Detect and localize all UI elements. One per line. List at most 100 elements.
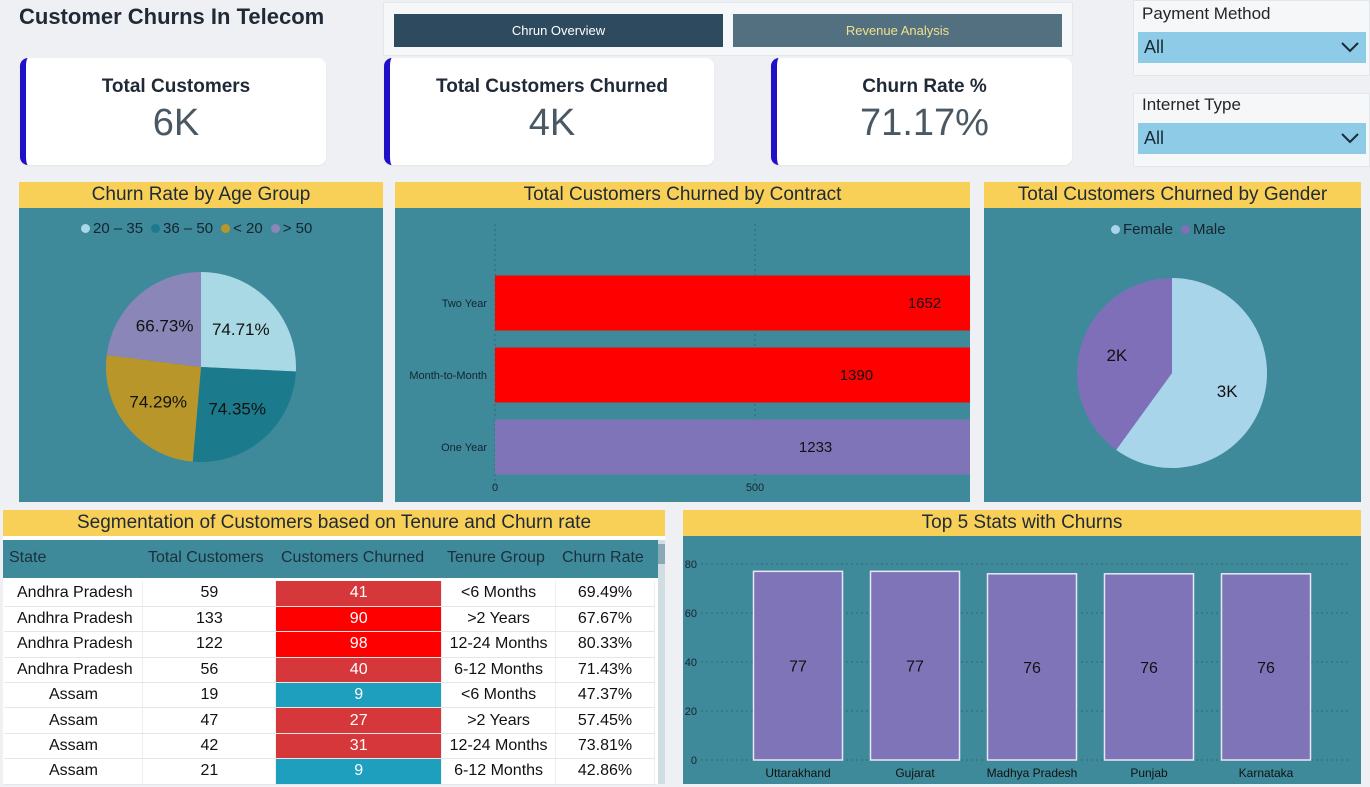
cell-state: Andhra Pradesh <box>4 631 144 658</box>
table-row[interactable]: Assam 47 27 >2 Years 57.45% <box>4 707 655 734</box>
cell-churned: 40 <box>275 657 443 684</box>
table-scrollbar[interactable] <box>658 540 665 784</box>
column-header-state[interactable]: State <box>9 540 46 576</box>
bar <box>495 275 970 331</box>
cell-rate: 67.67% <box>555 606 655 633</box>
cell-tenure: <6 Months <box>441 682 557 709</box>
page-navigation: Chrun Overview Revenue Analysis <box>383 2 1073 56</box>
payment-method-dropdown[interactable]: All <box>1138 32 1366 63</box>
cell-churned: 9 <box>275 758 443 785</box>
kpi-value: 6K <box>152 102 200 144</box>
cell-state: Assam <box>4 682 144 709</box>
cell-tenure: 12-24 Months <box>441 733 557 760</box>
cell-tenure: >2 Years <box>441 606 557 633</box>
table-row[interactable]: Assam 42 31 12-24 Months 73.81% <box>4 733 655 760</box>
kpi-total-customers: Total Customers 6K <box>20 58 326 165</box>
cell-rate: 71.43% <box>555 657 655 684</box>
cell-total: 133 <box>142 606 277 633</box>
data-label: 1652 <box>908 295 941 312</box>
data-label: 76 <box>1140 660 1158 677</box>
cell-churned: 98 <box>275 631 443 658</box>
data-label: 1233 <box>799 439 832 456</box>
kpi-label: Churn Rate % <box>862 76 987 97</box>
cell-rate: 80.33% <box>555 631 655 658</box>
table-row[interactable]: Andhra Pradesh 133 90 >2 Years 67.67% <box>4 606 655 633</box>
column-header-churned[interactable]: Customers Churned <box>281 540 424 576</box>
chart-title: Total Customers Churned by Contract <box>395 182 970 208</box>
cell-state: Assam <box>4 733 144 760</box>
table-title: Segmentation of Customers based on Tenur… <box>3 510 665 536</box>
cell-state: Assam <box>4 707 144 734</box>
cell-tenure: <6 Months <box>441 581 557 607</box>
table-header: State Total Customers Customers Churned … <box>3 540 658 578</box>
x-tick-label: Gujarat <box>895 766 935 780</box>
kpi-value: 71.17% <box>860 102 989 144</box>
cell-state: Andhra Pradesh <box>4 657 144 684</box>
y-tick-label: One Year <box>441 442 487 454</box>
cell-tenure: 12-24 Months <box>441 631 557 658</box>
table-row[interactable]: Assam 19 9 <6 Months 47.37% <box>4 682 655 709</box>
data-label: 66.73% <box>136 317 194 336</box>
cell-rate: 69.49% <box>555 581 655 607</box>
churn-overview-button[interactable]: Chrun Overview <box>394 14 723 47</box>
cell-total: 122 <box>142 631 277 658</box>
cell-total: 56 <box>142 657 277 684</box>
chart-title: Top 5 Stats with Churns <box>683 510 1361 536</box>
data-label: 74.71% <box>212 320 270 339</box>
kpi-value: 4K <box>528 102 576 144</box>
x-tick-label: 0 <box>492 482 498 494</box>
chevron-down-icon <box>1341 42 1359 53</box>
payment-method-slicer: Payment Method All <box>1133 0 1370 76</box>
kpi-total-churned: Total Customers Churned 4K <box>384 58 714 165</box>
y-tick-label: Two Year <box>442 298 488 310</box>
x-tick-label: Uttarakhand <box>765 766 830 780</box>
kpi-label: Total Customers Churned <box>436 76 668 97</box>
data-label: 74.29% <box>129 393 187 412</box>
cell-churned: 90 <box>275 606 443 633</box>
table-row[interactable]: Andhra Pradesh 59 41 <6 Months 69.49% <box>4 581 655 607</box>
page-title: Customer Churns In Telecom <box>19 4 325 29</box>
cell-total: 42 <box>142 733 277 760</box>
table-row[interactable]: Andhra Pradesh 56 40 6-12 Months 71.43% <box>4 657 655 684</box>
cell-total: 59 <box>142 581 277 607</box>
cell-churned: 9 <box>275 682 443 709</box>
y-tick-label: 60 <box>685 608 697 620</box>
data-label: 2K <box>1106 346 1127 365</box>
column-header-rate[interactable]: Churn Rate <box>562 540 644 576</box>
slicer-label: Payment Method <box>1142 4 1271 23</box>
internet-type-dropdown[interactable]: All <box>1138 123 1366 154</box>
cell-rate: 73.81% <box>555 733 655 760</box>
data-label: 74.35% <box>208 399 266 418</box>
cell-churned: 41 <box>275 581 443 607</box>
age-group-chart: Churn Rate by Age Group 20 – 35 36 – 50 … <box>19 182 383 502</box>
cell-rate: 57.45% <box>555 707 655 734</box>
table-row[interactable]: Assam 21 9 6-12 Months 42.86% <box>4 758 655 785</box>
states-bar-plot: 0 20 40 60 80 77 Uttarakhand 77 Gujarat 76 Madhya … <box>685 559 1348 780</box>
table-row[interactable]: Andhra Pradesh 122 98 12-24 Months 80.33% <box>4 631 655 658</box>
chart-title: Churn Rate by Age Group <box>19 182 383 208</box>
dropdown-value: All <box>1144 128 1165 148</box>
column-header-tenure[interactable]: Tenure Group <box>447 540 545 576</box>
y-tick-label: 20 <box>685 706 697 718</box>
x-tick-label: Madhya Pradesh <box>987 766 1078 780</box>
scrollbar-thumb[interactable] <box>658 544 665 564</box>
data-label: 77 <box>906 659 924 676</box>
cell-state: Andhra Pradesh <box>4 581 144 607</box>
kpi-churn-rate: Churn Rate % 71.17% <box>771 58 1072 165</box>
bar <box>495 347 970 403</box>
column-header-total[interactable]: Total Customers <box>148 540 264 576</box>
cell-tenure: 6-12 Months <box>441 758 557 785</box>
data-label: 76 <box>1257 660 1275 677</box>
cell-tenure: 6-12 Months <box>441 657 557 684</box>
cell-rate: 47.37% <box>555 682 655 709</box>
age-pie-plot: 74.71% 74.35% 74.29% 66.73% <box>105 272 296 462</box>
chart-title: Total Customers Churned by Gender <box>984 182 1361 208</box>
cell-total: 47 <box>142 707 277 734</box>
data-label: 3K <box>1217 382 1238 401</box>
segmentation-table: Andhra Pradesh 59 41 <6 Months 69.49% Andhra … <box>4 581 655 785</box>
kpi-label: Total Customers <box>101 76 251 97</box>
cell-total: 19 <box>142 682 277 709</box>
revenue-analysis-button[interactable]: Revenue Analysis <box>733 14 1062 47</box>
y-tick-label: 40 <box>685 657 697 669</box>
top-states-chart: Top 5 Stats with Churns 0 20 40 60 80 77 Uttar… <box>683 510 1361 784</box>
